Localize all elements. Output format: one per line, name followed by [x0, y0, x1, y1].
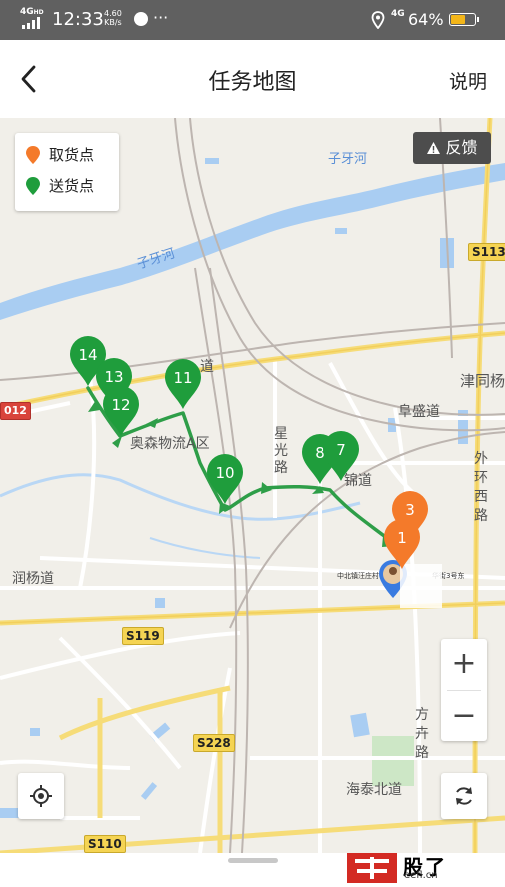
- delivery-pin-7[interactable]: 7: [323, 431, 359, 481]
- warning-icon: [427, 142, 441, 154]
- bottom-bar: 股了 eefl.cn: [0, 853, 505, 883]
- feedback-button[interactable]: 反馈: [413, 132, 491, 164]
- more-notifications: ···: [153, 8, 169, 27]
- battery-percent: 64%: [408, 10, 444, 29]
- help-button[interactable]: 说明: [449, 67, 487, 94]
- locate-me-button[interactable]: [18, 773, 64, 819]
- map-legend: 取货点 送货点: [15, 133, 119, 211]
- signal-icon: [22, 17, 40, 29]
- watermark-logo: [347, 853, 397, 883]
- delivery-pin-12[interactable]: 12: [103, 386, 139, 436]
- pickup-pin-label: 1: [397, 529, 407, 547]
- location-icon: [371, 11, 385, 29]
- delivery-pin-label: 10: [215, 464, 234, 482]
- delivery-pin-label: 13: [104, 368, 123, 386]
- page-title: 任务地图: [208, 70, 297, 95]
- delivery-pin-icon: [26, 176, 40, 195]
- battery-cap: [477, 17, 479, 22]
- refresh-icon: [456, 787, 472, 805]
- pickup-pin-1[interactable]: 1: [384, 519, 420, 569]
- app-notification-icon: [134, 12, 148, 26]
- zoom-controls: + −: [441, 639, 487, 741]
- battery-icon: [449, 13, 476, 26]
- crosshair-icon: [30, 785, 52, 807]
- watermark: 股了 eefl.cn: [347, 853, 505, 883]
- delivery-pin-label: 14: [78, 346, 97, 364]
- clock: 12:33: [52, 9, 104, 30]
- task-map[interactable]: 子牙河 子牙河 道 津同杨 阜盛道 奥森物流A区 星光路 锦道 外环西路 润杨道…: [0, 118, 505, 853]
- pickup-pin-label: 3: [405, 501, 415, 519]
- zoom-in-button[interactable]: +: [441, 639, 487, 689]
- legend-pickup: 取货点: [25, 144, 94, 168]
- pickup-pin-icon: [26, 145, 40, 164]
- delivery-pin-10[interactable]: 10: [207, 454, 243, 504]
- sim-network-type: 4G: [391, 9, 405, 19]
- delivery-pin-label: 12: [111, 396, 130, 414]
- pins-layer: 14131211108 731: [70, 336, 428, 569]
- status-bar: 4GHD 12:33 4.60 KB/s ··· 4G 64%: [0, 0, 505, 40]
- legend-delivery: 送货点: [25, 175, 94, 199]
- refresh-button[interactable]: [441, 773, 487, 819]
- network-type: 4GHD: [20, 7, 44, 17]
- delivery-pin-label: 11: [173, 369, 192, 387]
- zoom-out-button[interactable]: −: [441, 691, 487, 741]
- delivery-pin-label: 7: [336, 441, 346, 459]
- home-indicator[interactable]: [228, 858, 278, 863]
- nav-header: 任务地图 说明: [0, 40, 505, 118]
- watermark-domain: eefl.cn: [404, 870, 438, 881]
- delivery-pin-11[interactable]: 11: [165, 359, 201, 409]
- network-speed: 4.60 KB/s: [104, 9, 122, 27]
